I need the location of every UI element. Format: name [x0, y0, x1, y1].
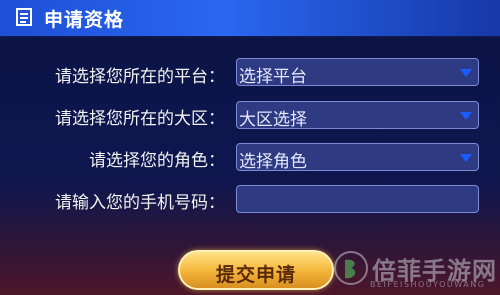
phone-label: 请输入您的手机号码： [55, 193, 225, 213]
phone-input[interactable] [236, 185, 479, 213]
chevron-down-icon [460, 154, 472, 162]
document-icon [16, 8, 32, 26]
platform-select-value: 选择平台 [239, 67, 307, 87]
page-title: 申请资格 [44, 9, 125, 31]
role-label: 请选择您的角色： [89, 151, 225, 171]
watermark-logo-icon [334, 251, 368, 285]
chevron-down-icon [460, 112, 472, 120]
submit-button[interactable]: 提交申请 [178, 250, 334, 290]
title-bar: 申请资格 [0, 0, 500, 37]
region-select-value: 大区选择 [239, 110, 307, 130]
region-label: 请选择您所在的大区： [55, 109, 225, 129]
chevron-down-icon [460, 69, 472, 77]
platform-select[interactable]: 选择平台 [236, 58, 479, 87]
role-select[interactable]: 选择角色 [236, 143, 479, 172]
submit-button-label: 提交申请 [215, 264, 296, 286]
role-select-value: 选择角色 [239, 152, 307, 172]
region-select[interactable]: 大区选择 [236, 101, 479, 130]
watermark-subtext: BEIFEISHOUYOUWANG [370, 280, 486, 289]
platform-label: 请选择您所在的平台： [55, 67, 225, 87]
